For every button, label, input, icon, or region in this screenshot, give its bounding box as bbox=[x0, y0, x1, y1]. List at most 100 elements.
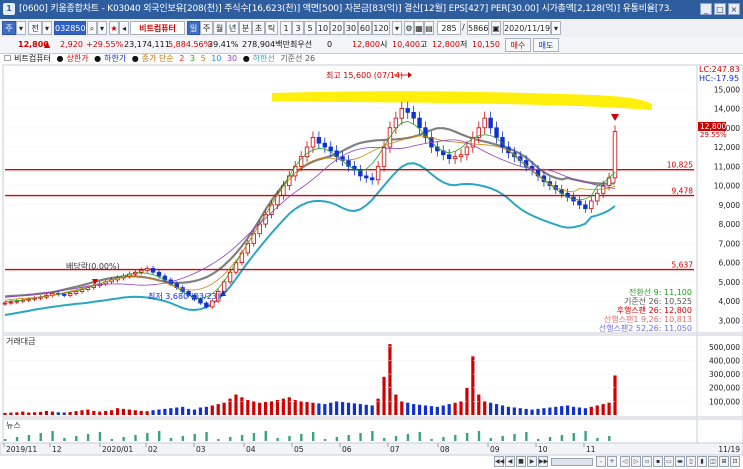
volume-bar bbox=[394, 394, 398, 415]
volume-bar bbox=[68, 412, 72, 415]
news-bar bbox=[454, 435, 457, 441]
volume-bar bbox=[423, 405, 428, 415]
news-bar bbox=[4, 439, 7, 441]
news-bar bbox=[288, 436, 291, 441]
candle-body bbox=[364, 175, 369, 179]
volume-tick-label: 100,000 bbox=[709, 397, 740, 406]
volume-bar bbox=[571, 406, 576, 415]
news-bar bbox=[110, 439, 114, 441]
volume-bar bbox=[299, 401, 303, 415]
news-bar bbox=[572, 433, 575, 441]
view-mode-g-icon[interactable]: ◫ bbox=[708, 456, 718, 467]
ichimoku-span1: 선행스팬1 9,26: 10,813 bbox=[604, 314, 692, 324]
zoom-out-button[interactable]: - bbox=[596, 456, 606, 467]
date-tick-label: 10 bbox=[538, 445, 548, 454]
scroll-end-button[interactable]: ▶▶ bbox=[538, 456, 548, 467]
view-mode-a-icon[interactable]: ▫ bbox=[642, 456, 652, 467]
candle-body bbox=[595, 192, 600, 202]
volume-bar bbox=[240, 397, 244, 415]
candle-body bbox=[139, 269, 144, 273]
candle-body bbox=[393, 117, 399, 129]
date-tick-label: 2020/01 bbox=[102, 445, 133, 454]
volume-bar bbox=[50, 411, 54, 415]
news-bar bbox=[240, 435, 244, 441]
volume-tick-label: 400,000 bbox=[709, 356, 740, 365]
support-line-label: 5,637 bbox=[672, 261, 694, 270]
news-bar bbox=[75, 436, 78, 441]
volume-bar bbox=[435, 406, 439, 415]
low-annotation: 최저 3,680 (03/23) bbox=[148, 291, 220, 301]
horizontal-scrollbar[interactable] bbox=[551, 458, 593, 466]
volume-bar bbox=[494, 404, 499, 415]
volume-bar bbox=[512, 407, 516, 415]
view-mode-f-icon[interactable]: ▮ bbox=[697, 456, 707, 467]
volume-bar bbox=[607, 402, 611, 415]
news-bar bbox=[27, 435, 31, 441]
candle-body bbox=[310, 137, 316, 148]
news-bar bbox=[39, 433, 42, 441]
date-tick-label: 02 bbox=[148, 445, 158, 454]
news-bar bbox=[548, 437, 552, 441]
volume-bar bbox=[86, 409, 90, 415]
news-bar bbox=[264, 431, 267, 441]
news-bar bbox=[560, 435, 564, 441]
news-bar bbox=[63, 438, 66, 441]
volume-tick-label: 200,000 bbox=[709, 384, 740, 393]
news-bar bbox=[383, 438, 386, 441]
news-bar bbox=[122, 437, 125, 441]
view-expand-button[interactable]: ▷ bbox=[631, 456, 641, 467]
stop-button[interactable]: ■ bbox=[516, 456, 526, 467]
scroll-prev-button[interactable]: ◀ bbox=[505, 456, 515, 467]
volume-bar bbox=[471, 356, 475, 415]
volume-bar bbox=[447, 404, 451, 415]
candle-body bbox=[399, 108, 404, 119]
stock-chart[interactable]: 10,825 9,478 5,637 3,000 4,000 5,000 6,000 7,0… bbox=[0, 0, 743, 469]
volume-bar bbox=[216, 404, 220, 415]
news-bar bbox=[15, 437, 19, 441]
volume-bar bbox=[589, 406, 593, 415]
volume-tick-label: 500,000 bbox=[709, 343, 740, 352]
volume-tick-label: 300,000 bbox=[709, 370, 740, 379]
view-mode-i-icon[interactable]: ⊡ bbox=[730, 456, 740, 467]
view-mode-c-icon[interactable]: ▭ bbox=[664, 456, 674, 467]
scroll-next-button[interactable]: ▶ bbox=[527, 456, 537, 467]
dividend-annotation: 배당락(0.00%) bbox=[66, 261, 120, 271]
volume-bar bbox=[157, 409, 161, 415]
news-bar bbox=[608, 436, 611, 441]
price-tick-label: 3,000 bbox=[719, 316, 741, 325]
news-bar bbox=[418, 432, 421, 441]
volume-bar bbox=[536, 408, 540, 415]
volume-bar bbox=[74, 411, 78, 415]
view-shrink-button[interactable]: ◁ bbox=[620, 456, 630, 467]
view-mode-d-icon[interactable]: ▬ bbox=[675, 456, 685, 467]
volume-bar bbox=[192, 409, 197, 415]
candle-body bbox=[446, 154, 452, 159]
volume-bar bbox=[252, 401, 256, 415]
ichimoku-conversion: 전환선 9: 11,100 bbox=[629, 287, 692, 297]
volume-bar bbox=[175, 407, 179, 415]
view-mode-h-icon[interactable]: ⊞ bbox=[719, 456, 729, 467]
view-mode-b-icon[interactable]: ▪ bbox=[653, 456, 663, 467]
volume-bar bbox=[33, 412, 37, 415]
date-tick-label: 12 bbox=[52, 445, 62, 454]
volume-bar bbox=[27, 412, 31, 415]
ichimoku-span2: 선행스팬2 52,26: 11,050 bbox=[599, 323, 692, 333]
candle-body bbox=[14, 300, 20, 303]
candle-body bbox=[381, 146, 387, 167]
news-bar bbox=[252, 433, 256, 441]
scroll-start-button[interactable]: ◀◀ bbox=[494, 456, 504, 467]
ichimoku-base: 기준선 26: 10,525 bbox=[624, 297, 692, 306]
volume-bar bbox=[246, 400, 250, 415]
news-bar bbox=[205, 432, 208, 441]
date-end-label: 11/19 bbox=[718, 445, 740, 454]
news-bar bbox=[537, 439, 540, 441]
volume-bar bbox=[613, 375, 617, 415]
volume-bar bbox=[459, 401, 463, 415]
zoom-in-button[interactable]: + bbox=[607, 456, 617, 467]
candle-body bbox=[322, 142, 328, 148]
view-mode-e-icon[interactable]: ▯ bbox=[686, 456, 696, 467]
news-bar bbox=[596, 438, 599, 441]
news-bar bbox=[157, 431, 161, 441]
hc-label: HC:-17.95 bbox=[699, 74, 739, 83]
volume-bar bbox=[400, 401, 404, 415]
